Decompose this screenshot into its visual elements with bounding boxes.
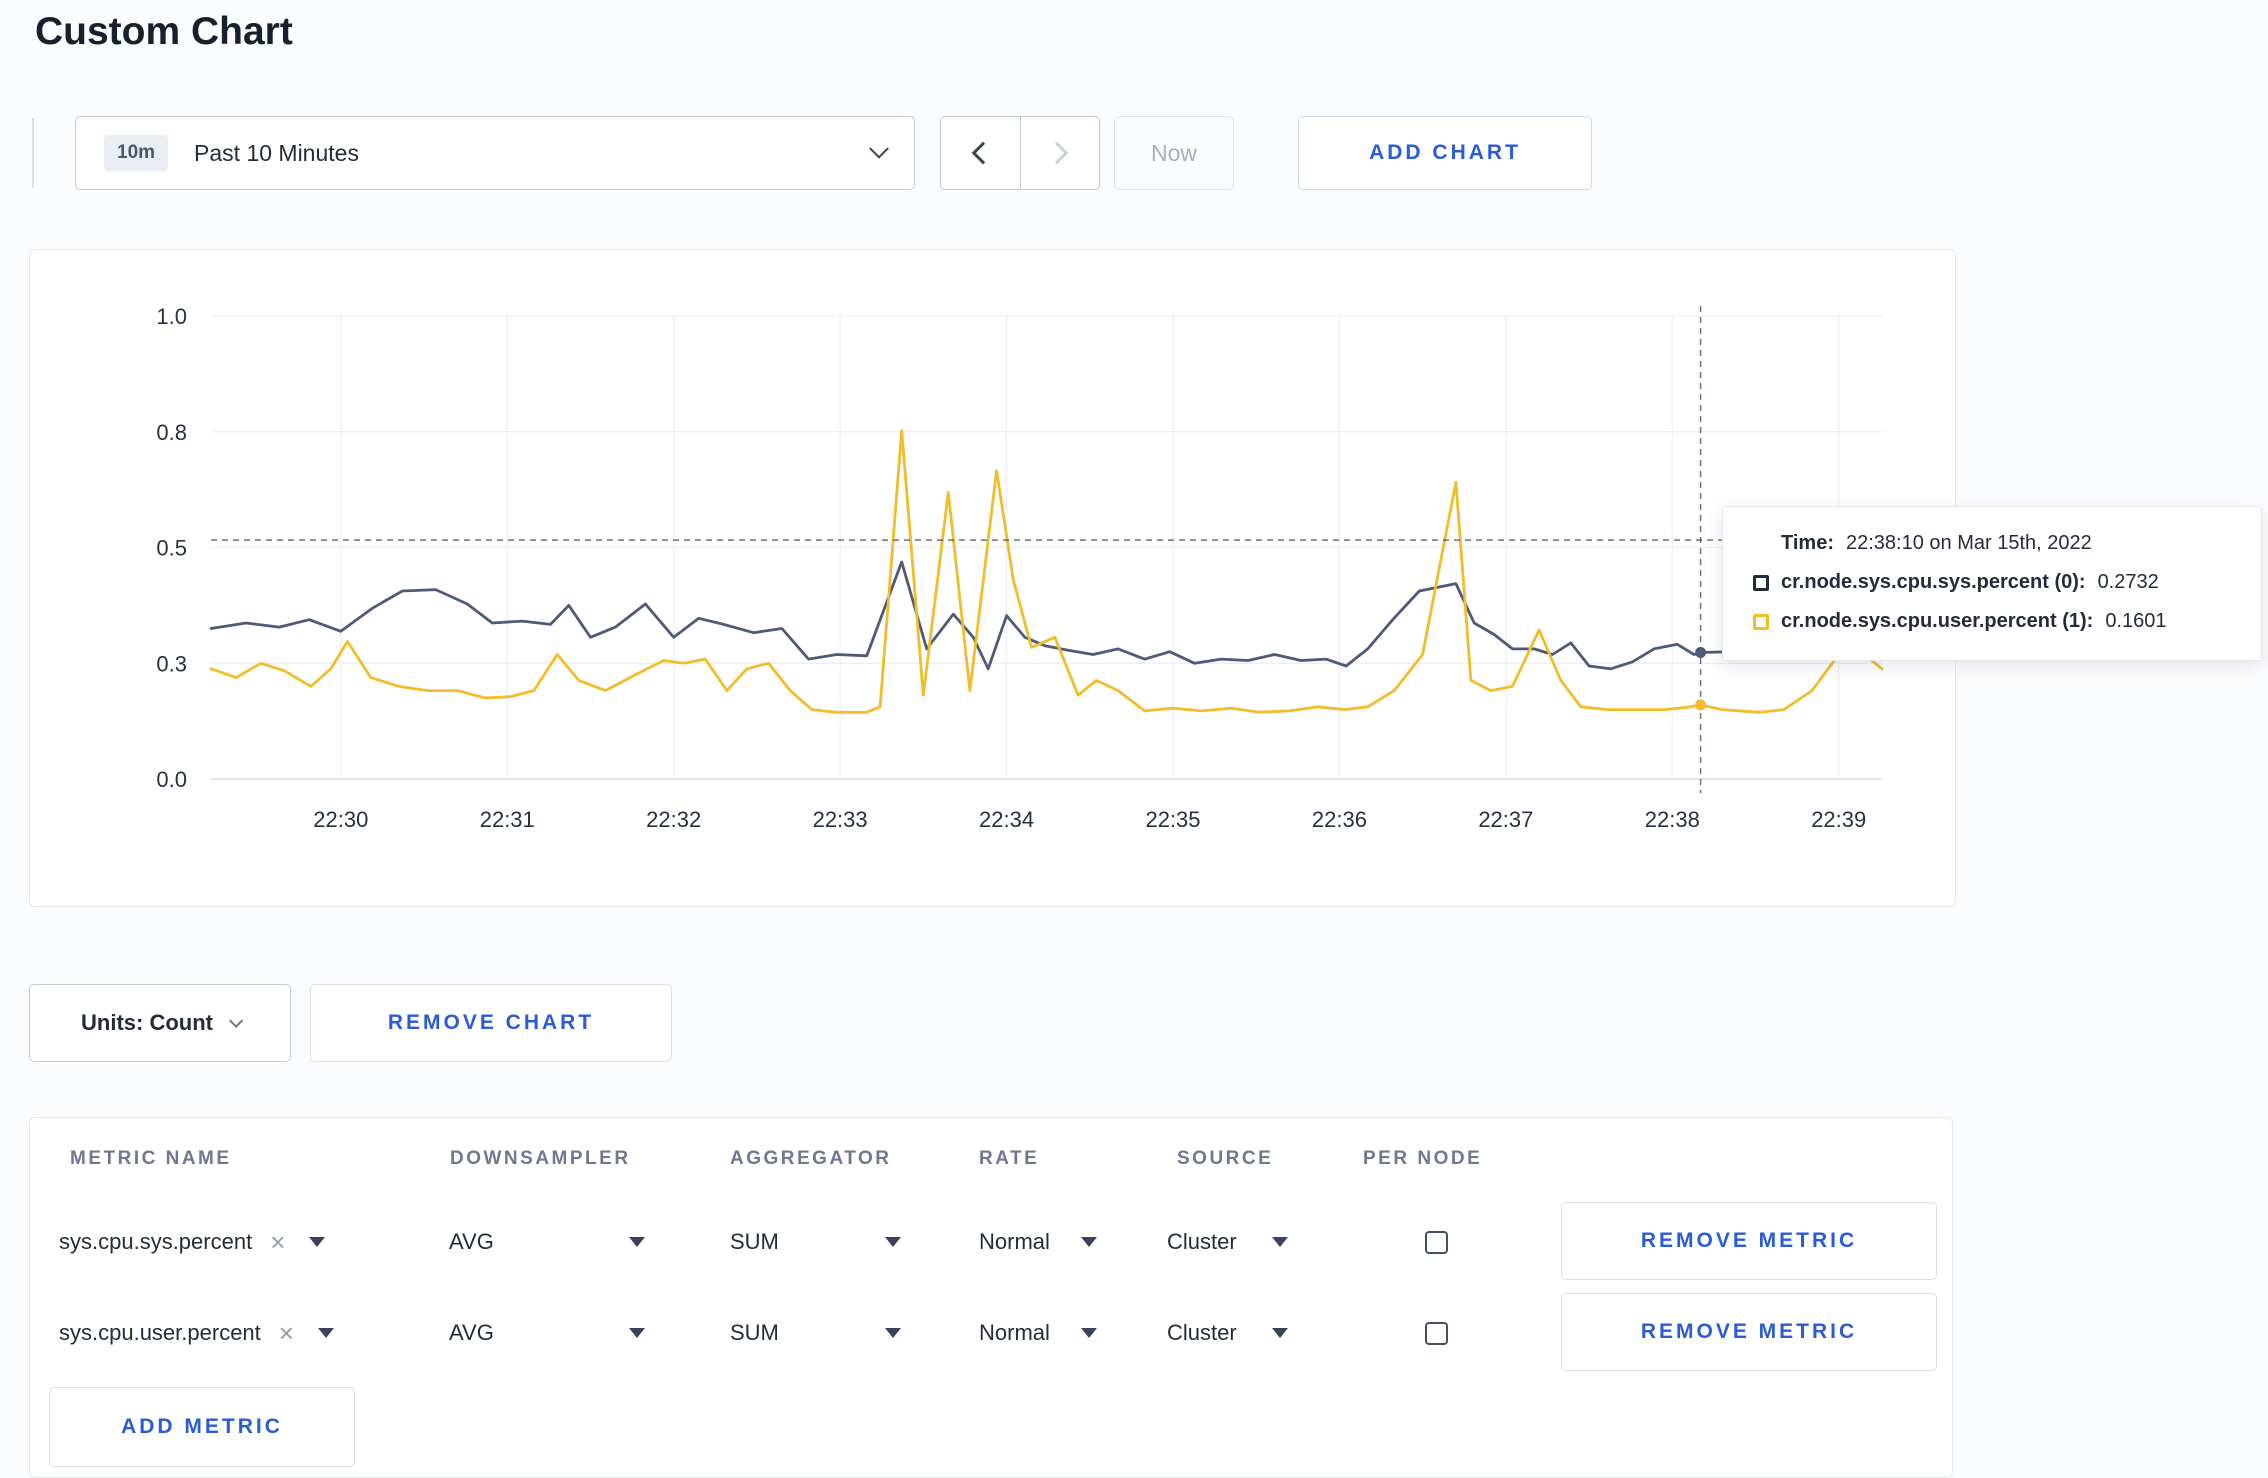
tooltip-time-row: Time: 22:38:10 on Mar 15th, 2022: [1781, 532, 2231, 555]
caret-down-icon: [629, 1328, 645, 1338]
series-sys-swatch-icon: [1753, 574, 1769, 591]
caret-down-icon: [885, 1328, 901, 1338]
svg-text:0.8: 0.8: [156, 420, 187, 445]
units-label: Units: Count: [81, 1010, 213, 1035]
caret-down-icon: [1272, 1328, 1288, 1338]
add-chart-button[interactable]: ADD CHART: [1298, 116, 1592, 190]
col-header-metric-name: METRIC NAME: [70, 1148, 232, 1169]
col-header-source: SOURCE: [1177, 1148, 1274, 1169]
clear-metric-icon[interactable]: ×: [279, 1320, 294, 1346]
tooltip-series-row: cr.node.sys.cpu.user.percent (1): 0.1601: [1753, 610, 2231, 633]
time-range-label: Past 10 Minutes: [194, 139, 359, 166]
metric-name-label: sys.cpu.user.percent: [59, 1320, 261, 1345]
source-select[interactable]: Cluster: [1167, 1202, 1288, 1282]
metrics-chart[interactable]: 0.0 0.3 0.5 0.8 1.0 22:30 22:31 22:32 22:33 22:34…: [30, 250, 1957, 908]
table-row: sys.cpu.user.percent × AVG SUM Normal Cl…: [30, 1293, 1952, 1373]
metrics-table: METRIC NAME DOWNSAMPLER AGGREGATOR RATE …: [29, 1117, 1953, 1478]
chevron-left-icon: [971, 141, 995, 165]
caret-down-icon: [1081, 1237, 1097, 1247]
aggregator-select[interactable]: SUM: [730, 1202, 901, 1282]
caret-down-icon: [317, 1328, 334, 1338]
chevron-down-icon: [229, 1013, 244, 1028]
svg-text:22:39: 22:39: [1811, 807, 1866, 832]
svg-text:22:35: 22:35: [1145, 807, 1200, 832]
tooltip-time-value: 22:38:10 on Mar 15th, 2022: [1845, 532, 2092, 554]
downsampler-select[interactable]: AVG: [449, 1202, 645, 1282]
add-metric-button[interactable]: ADD METRIC: [49, 1387, 355, 1467]
rate-value: Normal: [979, 1320, 1050, 1345]
svg-text:0.3: 0.3: [156, 651, 187, 676]
rate-value: Normal: [979, 1229, 1050, 1254]
chevron-right-icon: [1045, 141, 1069, 165]
aggregator-value: SUM: [730, 1229, 779, 1254]
rate-select[interactable]: Normal: [979, 1293, 1097, 1373]
now-button[interactable]: Now: [1114, 116, 1234, 190]
toolbar-divider: [32, 118, 34, 188]
chevron-down-icon: [869, 138, 889, 159]
metric-name-label: sys.cpu.sys.percent: [59, 1229, 253, 1254]
units-dropdown[interactable]: Units: Count: [29, 984, 291, 1062]
aggregator-select[interactable]: SUM: [730, 1293, 901, 1373]
page-title: Custom Chart: [35, 10, 293, 53]
remove-chart-button[interactable]: REMOVE CHART: [310, 984, 672, 1062]
downsampler-select[interactable]: AVG: [449, 1293, 645, 1373]
custom-chart-page: Custom Chart 10m Past 10 Minutes Now ADD…: [0, 0, 2268, 1478]
caret-down-icon: [885, 1237, 901, 1247]
svg-text:22:32: 22:32: [646, 807, 701, 832]
time-forward-button[interactable]: [1019, 117, 1100, 189]
source-value: Cluster: [1167, 1320, 1237, 1345]
aggregator-value: SUM: [730, 1320, 779, 1345]
caret-down-icon: [629, 1237, 645, 1247]
remove-metric-button[interactable]: REMOVE METRIC: [1561, 1202, 1937, 1280]
remove-metric-button[interactable]: REMOVE METRIC: [1561, 1293, 1937, 1371]
tooltip-series-value: 0.2732: [2097, 571, 2159, 593]
svg-text:22:34: 22:34: [979, 807, 1034, 832]
col-header-aggregator: AGGREGATOR: [730, 1148, 892, 1169]
svg-text:1.0: 1.0: [156, 304, 187, 329]
metric-name-select[interactable]: sys.cpu.user.percent ×: [59, 1293, 334, 1373]
rate-select[interactable]: Normal: [979, 1202, 1097, 1282]
col-header-rate: RATE: [979, 1148, 1040, 1169]
chart-tooltip: Time: 22:38:10 on Mar 15th, 2022 cr.node.…: [1722, 506, 2262, 661]
tooltip-series-value: 0.1601: [2105, 610, 2167, 632]
source-select[interactable]: Cluster: [1167, 1293, 1288, 1373]
clear-metric-icon[interactable]: ×: [270, 1229, 285, 1255]
svg-text:22:33: 22:33: [813, 807, 868, 832]
svg-text:22:37: 22:37: [1478, 807, 1533, 832]
svg-text:22:36: 22:36: [1312, 807, 1367, 832]
svg-text:22:38: 22:38: [1645, 807, 1700, 832]
time-step-buttons: [940, 116, 1100, 190]
svg-text:0.5: 0.5: [156, 536, 187, 561]
source-value: Cluster: [1167, 1229, 1237, 1254]
downsampler-value: AVG: [449, 1320, 494, 1345]
per-node-checkbox[interactable]: [1425, 1322, 1448, 1345]
tooltip-series-label: cr.node.sys.cpu.user.percent (1):: [1781, 610, 2094, 632]
caret-down-icon: [309, 1237, 326, 1247]
tooltip-series-label: cr.node.sys.cpu.sys.percent (0):: [1781, 571, 2086, 593]
time-range-badge: 10m: [104, 135, 169, 171]
caret-down-icon: [1272, 1237, 1288, 1247]
svg-text:22:31: 22:31: [480, 807, 535, 832]
table-row: sys.cpu.sys.percent × AVG SUM Normal Clu…: [30, 1202, 1952, 1282]
series-user-swatch-icon: [1753, 613, 1769, 630]
caret-down-icon: [1081, 1328, 1097, 1338]
downsampler-value: AVG: [449, 1229, 494, 1254]
col-header-downsampler: DOWNSAMPLER: [450, 1148, 631, 1169]
tooltip-series-row: cr.node.sys.cpu.sys.percent (0): 0.2732: [1753, 571, 2231, 594]
tooltip-time-label: Time:: [1781, 532, 1834, 554]
per-node-checkbox[interactable]: [1425, 1231, 1448, 1254]
col-header-per-node: PER NODE: [1363, 1148, 1483, 1169]
metric-name-select[interactable]: sys.cpu.sys.percent ×: [59, 1202, 326, 1282]
svg-text:0.0: 0.0: [156, 767, 187, 792]
svg-text:22:30: 22:30: [313, 807, 368, 832]
chart-card: 0.0 0.3 0.5 0.8 1.0 22:30 22:31 22:32 22:33 22:34…: [29, 249, 1956, 907]
time-range-dropdown[interactable]: 10m Past 10 Minutes: [75, 116, 915, 190]
time-back-button[interactable]: [941, 117, 1020, 189]
